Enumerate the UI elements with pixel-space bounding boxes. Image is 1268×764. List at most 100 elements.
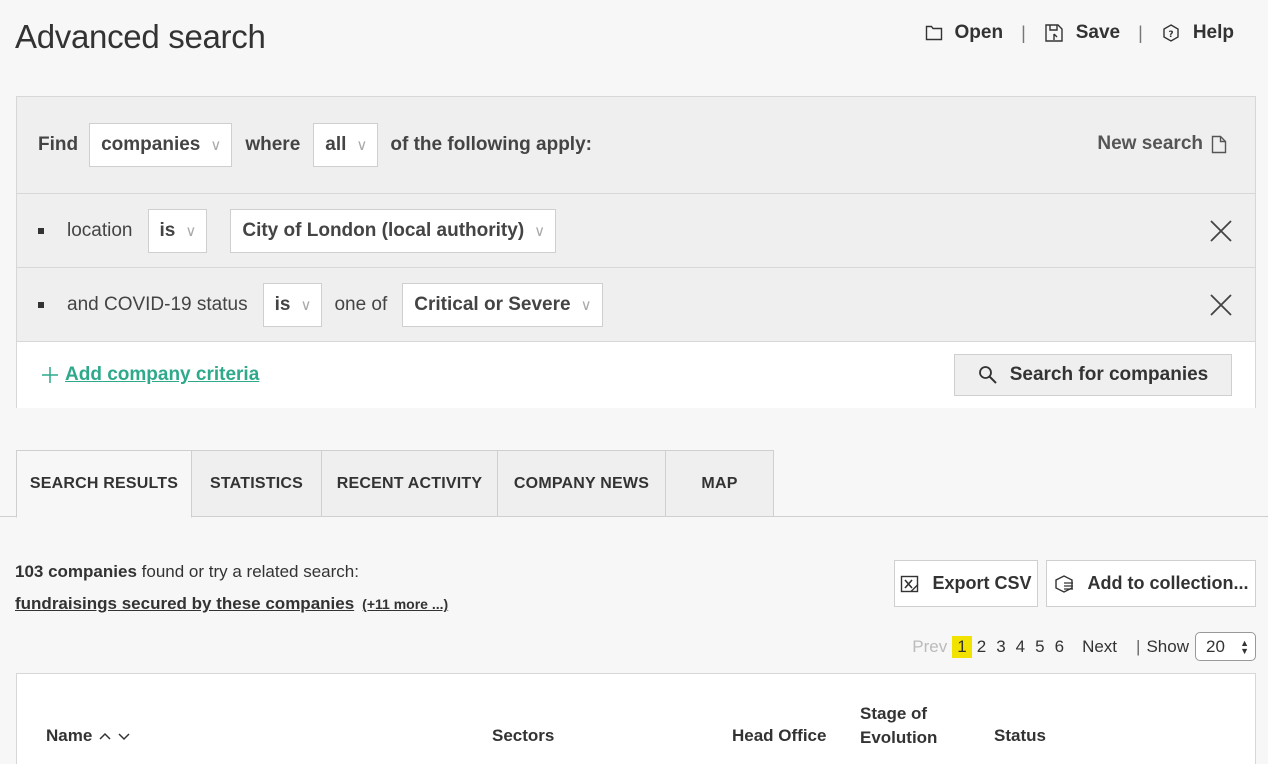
document-icon [1211,135,1227,153]
new-search-button[interactable]: New search [1097,133,1227,155]
chevron-down-icon: ∨ [300,296,312,314]
tab-map[interactable]: MAP [666,450,774,517]
up-down-arrows-icon: ▲ ▼ [1240,637,1249,656]
criteria-field: location [67,219,133,241]
page-link-6[interactable]: 6 [1050,637,1069,657]
show-label: Show [1146,636,1189,656]
help-label: Help [1192,22,1234,43]
match-select-value: all [325,134,347,155]
chevron-down-icon: ∨ [534,222,546,240]
results-table: Name Sectors Head Office Stage of Evolut… [16,673,1256,764]
collection-icon [1054,574,1073,593]
value-select[interactable]: Critical or Severe ∨ [402,282,603,327]
chevron-down-icon: ∨ [210,137,222,154]
where-label: where [245,134,301,155]
tab-statistics[interactable]: STATISTICS [192,450,322,517]
page-title: Advanced search [15,18,266,55]
tab-label: RECENT ACTIVITY [336,474,483,492]
top-actions: Open | Save | ? Help [925,18,1234,48]
value-select[interactable]: City of London (local authority) ∨ [230,208,557,253]
find-row: Find companies ∨ where all ∨ of the foll… [17,97,1255,194]
folder-icon [925,25,942,41]
tab-label: COMPANY NEWS [513,474,650,492]
page-link-3[interactable]: 3 [991,637,1010,657]
related-search-link[interactable]: fundraisings secured by these companies [15,594,354,614]
add-company-criteria-link[interactable]: Add company criteria [41,364,259,386]
operator-select-value: is [274,293,291,315]
next-page-link[interactable]: Next [1077,637,1122,657]
page-size-value: 20 [1206,636,1225,656]
search-icon [978,366,997,384]
tab-label: MAP [701,474,738,492]
help-button[interactable]: ? Help [1161,22,1234,44]
column-header-sectors[interactable]: Sectors [492,726,554,746]
entity-select[interactable]: companies ∨ [89,123,233,167]
tab-label: SEARCH RESULTS [29,475,179,492]
prev-page-link: Prev [912,636,948,656]
tab-search-results[interactable]: SEARCH RESULTS [16,450,192,518]
column-header-stage-line1: Stage of [860,704,928,723]
open-button[interactable]: Open [925,22,1004,44]
find-label: Find [38,134,79,155]
search-for-companies-button[interactable]: Search for companies [954,354,1232,396]
tab-company-news[interactable]: COMPANY NEWS [498,450,666,517]
chevron-down-icon: ∨ [356,137,368,154]
page-link-2[interactable]: 2 [972,637,991,657]
results-count: 103 companies [15,562,137,581]
match-select[interactable]: all ∨ [313,123,379,167]
results-summary: 103 companies found or try a related sea… [15,562,359,582]
excel-icon [901,575,919,592]
add-criteria-row: Add company criteria Search for companie… [17,342,1255,408]
plus-icon [42,367,58,383]
column-header-head-office[interactable]: Head Office [732,726,826,746]
svg-text:?: ? [1168,30,1173,40]
apply-label: of the following apply: [390,134,592,155]
operator-select-value: is [159,219,176,241]
column-header-name-label: Name [46,726,93,745]
page-link-4[interactable]: 4 [1011,637,1030,657]
column-header-stage-of-evolution[interactable]: Stage of Evolution [860,702,937,750]
column-header-stage-line2: Evolution [860,728,938,747]
criteria-qualifier: one of [334,293,388,315]
operator-select[interactable]: is ∨ [147,208,208,253]
save-icon [1045,24,1063,42]
criteria-row: location is ∨ City of London (local auth… [17,194,1255,268]
column-header-status[interactable]: Status [994,726,1046,746]
tab-label: STATISTICS [210,474,303,492]
result-tabs: SEARCH RESULTS STATISTICS RECENT ACTIVIT… [16,450,774,518]
search-for-companies-label: Search for companies [1009,364,1209,385]
page-link-5[interactable]: 5 [1030,637,1049,657]
save-label: Save [1075,22,1121,43]
more-related-link[interactable]: (+11 more ...) [362,596,448,612]
sort-icon[interactable] [98,729,132,743]
search-panel: Find companies ∨ where all ∨ of the foll… [16,96,1256,408]
add-company-criteria-label: Add company criteria [65,364,260,385]
criteria-bullet [38,227,44,234]
add-to-collection-button[interactable]: Add to collection... [1046,560,1256,607]
action-separator: | [1021,22,1026,43]
column-header-name[interactable]: Name [46,726,132,746]
criteria-field: and COVID-19 status [67,293,248,315]
pagination-separator: | [1136,636,1141,656]
entity-select-value: companies [101,134,201,155]
open-label: Open [954,22,1004,43]
new-search-label: New search [1097,133,1203,154]
value-select-value: City of London (local authority) [242,219,525,241]
chevron-down-icon: ∨ [185,222,197,240]
help-icon: ? [1163,24,1179,42]
tab-recent-activity[interactable]: RECENT ACTIVITY [322,450,498,517]
save-button[interactable]: Save [1044,22,1120,44]
page-link-1[interactable]: 1 [952,635,972,658]
criteria-bullet [38,301,44,308]
remove-criteria-icon[interactable] [1209,293,1233,317]
action-separator: | [1138,22,1143,43]
remove-criteria-icon[interactable] [1209,219,1233,243]
criteria-row: and COVID-19 status is ∨ one of Critical… [17,268,1255,342]
page-size-select[interactable]: 20 ▲ ▼ [1195,632,1256,661]
export-csv-button[interactable]: Export CSV [894,560,1038,607]
export-csv-label: Export CSV [932,573,1032,593]
value-select-value: Critical or Severe [414,293,571,315]
pagination: Prev 1 2 3 4 5 6 Next | Show 20 ▲ ▼ [907,632,1256,661]
operator-select[interactable]: is ∨ [262,282,323,327]
related-searches: fundraisings secured by these companies … [15,594,448,614]
